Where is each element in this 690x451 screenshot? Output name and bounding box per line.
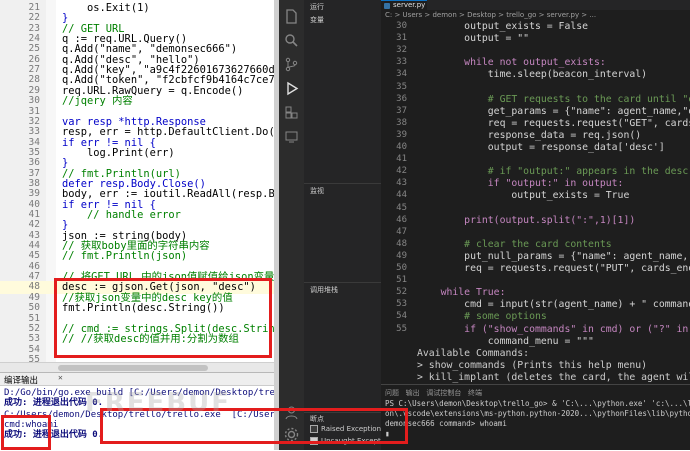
watermark: FREEBUF [85,388,231,418]
files-icon[interactable] [283,8,300,25]
python-code-editor[interactable]: server.py C: > Users > demon > Desktop >… [381,0,690,450]
terminal-line: PS C:\Users\demon\Desktop\trello_go> & '… [385,399,690,408]
tab-build-output[interactable]: 编译输出 [4,374,38,386]
breadcrumb[interactable]: C: > Users > demon > Desktop > trello_go… [385,11,596,19]
run-debug-icon[interactable] [283,80,300,97]
output-tab-row: 编译输出 ✕ [0,373,274,386]
highlight-box-json-parse [54,278,272,358]
search-icon[interactable] [283,32,300,49]
terminal-panel[interactable]: 问题 输出 调试控制台 终端 PS C:\Users\demon\Desktop… [381,384,690,450]
extensions-icon[interactable] [283,104,300,121]
scrollbar-thumb[interactable] [58,365,208,371]
source-control-icon[interactable] [283,56,300,73]
section-call-stack[interactable]: 调用堆栈 [310,285,338,295]
python-file-icon [384,3,390,9]
tab-server-py[interactable]: server.py [381,0,427,10]
activity-bar [279,0,304,450]
debug-sidebar: 运行 变量 监视 调用堆栈 断点 Raised Exceptions Uncau… [304,0,394,450]
code-line: > kill_implant (deletes the card, the ag… [381,371,690,385]
editor-tab-bar: server.py [381,0,690,10]
sidebar-header-run: 运行 [310,3,324,11]
vscode-window: 运行 变量 监视 调用堆栈 断点 Raised Exceptions Uncau… [279,0,690,450]
section-watch[interactable]: 监视 [310,186,324,196]
horizontal-scrollbar[interactable] [0,362,274,372]
terminal-line: on\.vscode\extensions\ms-python.python-2… [385,409,690,418]
close-icon[interactable]: ✕ [58,373,63,382]
panel-tabs[interactable]: 问题 输出 调试控制台 终端 [385,388,482,398]
highlight-box-output [1,415,51,450]
code-text: > kill_implant (deletes the card, the ag… [417,371,690,383]
section-variables[interactable]: 变量 [310,15,324,25]
remote-explorer-icon[interactable] [283,128,300,145]
